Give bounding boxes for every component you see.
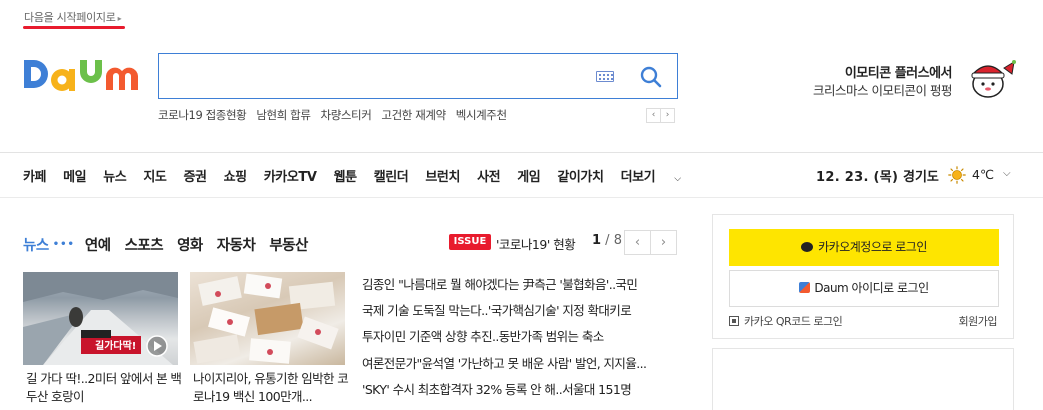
issue-badge: ISSUE [449,234,491,250]
headline-item[interactable]: 'SKY' 수시 최초합격자 32% 등록 안 해..서울대 151명 [362,381,682,399]
today-date: 12. 23. (목) [816,170,899,185]
headline-list: 김종인 "나름대로 뭘 해야겠다는 尹측근 '불협화음'..국민 국제 기술 도… [362,276,682,407]
nav-item-shopping[interactable]: 쇼핑 [224,166,248,185]
nav-item-brunch[interactable]: 브런치 [425,166,460,185]
login-panel: 카카오계정으로 로그인 Daum 아이디로 로그인 카카오 QR코드 로그인 회… [712,214,1014,339]
thumbnail-caption[interactable]: 길 가다 딱!..2미터 앞에서 본 백두산 호랑이 [26,370,186,406]
nav-more-label: 더보기 [620,170,656,185]
news-page-indicator: 1 / 8 [592,233,622,248]
headline-item[interactable]: 국제 기술 도둑질 막는다..'국가핵심기술' 지정 확대키로 [362,302,682,320]
keyword-next-button[interactable]: › [660,108,675,123]
set-start-page-link[interactable]: 다음을 시작페이지로 ▸ [24,9,122,25]
page-current: 1 [592,233,602,248]
search-box [158,53,678,99]
signup-link[interactable]: 회원가입 [959,313,998,329]
news-next-button[interactable]: › [650,230,677,255]
tab-car[interactable]: 자동차 [217,234,256,255]
daum-login-label: Daum 아이디로 로그인 [814,281,929,295]
promo-title: 이모티콘 플러스에서 [844,66,953,81]
tab-realestate[interactable]: 부동산 [269,234,308,255]
nav-item-together[interactable]: 같이가치 [557,166,604,185]
daum-logo[interactable] [22,56,140,102]
search-icon[interactable] [639,65,663,89]
start-page-label: 다음을 시작페이지로 [24,11,116,24]
tab-entertainment[interactable]: 연예 [85,234,111,255]
sun-icon [948,166,966,184]
promo-subtitle: 크리스마스 이모티콘이 펑펑 [813,83,952,98]
page-total: / 8 [601,233,622,248]
ad-banner-area [712,348,1014,410]
emoticon-promo-banner[interactable]: 이모티콘 플러스에서 크리스마스 이모티콘이 펑펑 [800,60,1020,100]
qr-login-label: 카카오 QR코드 로그인 [744,315,843,328]
nav-item-game[interactable]: 게임 [517,166,541,185]
keyboard-icon[interactable] [596,71,614,82]
weather-temperature: 4℃ [972,167,994,182]
qr-code-icon [729,316,739,326]
keyword-prev-button[interactable]: ‹ [646,108,661,123]
tab-news[interactable]: 뉴스 [23,234,49,255]
news-thumbnail-photo[interactable] [190,272,345,365]
headline-item[interactable]: 투자이민 기준액 상향 추진..동반가족 범위는 축소 [362,328,682,346]
headline-item[interactable]: 여론전문가"윤석열 '가난하고 못 배운 사람' 발언, 지지율... [362,355,682,373]
headline-item[interactable]: 김종인 "나름대로 뭘 해야겠다는 尹측근 '불협화음'..국민 [362,276,682,294]
news-category-tabs: 뉴스 ••• 연예 스포츠 영화 자동차 부동산 [23,234,322,255]
nav-item-calendar[interactable]: 캘린더 [374,166,409,185]
daum-d-icon [799,282,811,293]
qr-login-link[interactable]: 카카오 QR코드 로그인 [729,313,843,329]
nav-item-dictionary[interactable]: 사전 [477,166,501,185]
nav-item-mail[interactable]: 메일 [63,166,87,185]
daum-login-button[interactable]: Daum 아이디로 로그인 [729,270,999,307]
realtime-keywords: 코로나19 접종현황 남현희 합류 차량스티커 고건한 재계약 벡시계주천 [158,107,507,123]
kakao-login-button[interactable]: 카카오계정으로 로그인 [729,229,999,266]
chevron-right-icon: ▸ [117,14,122,23]
keyword-item[interactable]: 남현희 합류 [256,107,311,123]
nav-item-news[interactable]: 뉴스 [103,166,127,185]
highlight-underline [23,26,125,29]
nav-item-more[interactable]: 더보기 ⌵ [621,166,698,185]
issue-topic-link[interactable]: '코로나19' 현황 [496,234,576,253]
nav-item-stock[interactable]: 증권 [184,166,208,185]
tiger-road-image: 길가다딱! [23,272,178,365]
tab-movie[interactable]: 영화 [177,234,203,255]
service-nav: 카페 메일 뉴스 지도 증권 쇼핑 카카오TV 웹툰 캘린더 브런치 사전 게임… [23,166,715,185]
vaccine-boxes-image [193,273,339,364]
nav-item-map[interactable]: 지도 [143,166,167,185]
divider [0,197,1043,198]
tab-progress-dots: ••• [52,239,75,250]
keyword-item[interactable]: 코로나19 접종현황 [158,107,247,123]
christmas-character-icon [971,60,1016,98]
news-thumbnail-video[interactable]: 길가다딱! [23,272,178,365]
weather-region[interactable]: 경기도 [903,166,939,185]
news-prev-button[interactable]: ‹ [624,230,651,255]
kakao-talk-icon [801,242,814,252]
divider [0,152,1043,153]
search-input[interactable] [169,63,589,89]
kakao-login-label: 카카오계정으로 로그인 [818,240,927,254]
nav-item-kakaotv[interactable]: 카카오TV [264,166,317,185]
keyword-nav: ‹ › [646,108,675,123]
news-pager: ‹ › [624,230,677,255]
keyword-item[interactable]: 차량스티커 [321,107,372,123]
video-overlay-text: 길가다딱! [95,339,136,352]
keyword-item[interactable]: 고건한 재계약 [381,107,446,123]
keyword-item[interactable]: 벡시계주천 [456,107,507,123]
nav-item-cafe[interactable]: 카페 [23,166,47,185]
nav-item-webtoon[interactable]: 웹툰 [334,166,358,185]
tab-sports[interactable]: 스포츠 [125,234,164,255]
thumbnail-caption[interactable]: 나이지리아, 유통기한 임박한 코로나19 백신 100만개... [193,370,353,406]
chevron-down-icon: ⌵ [674,174,681,184]
chevron-down-icon[interactable]: ⌵ [1003,168,1011,179]
